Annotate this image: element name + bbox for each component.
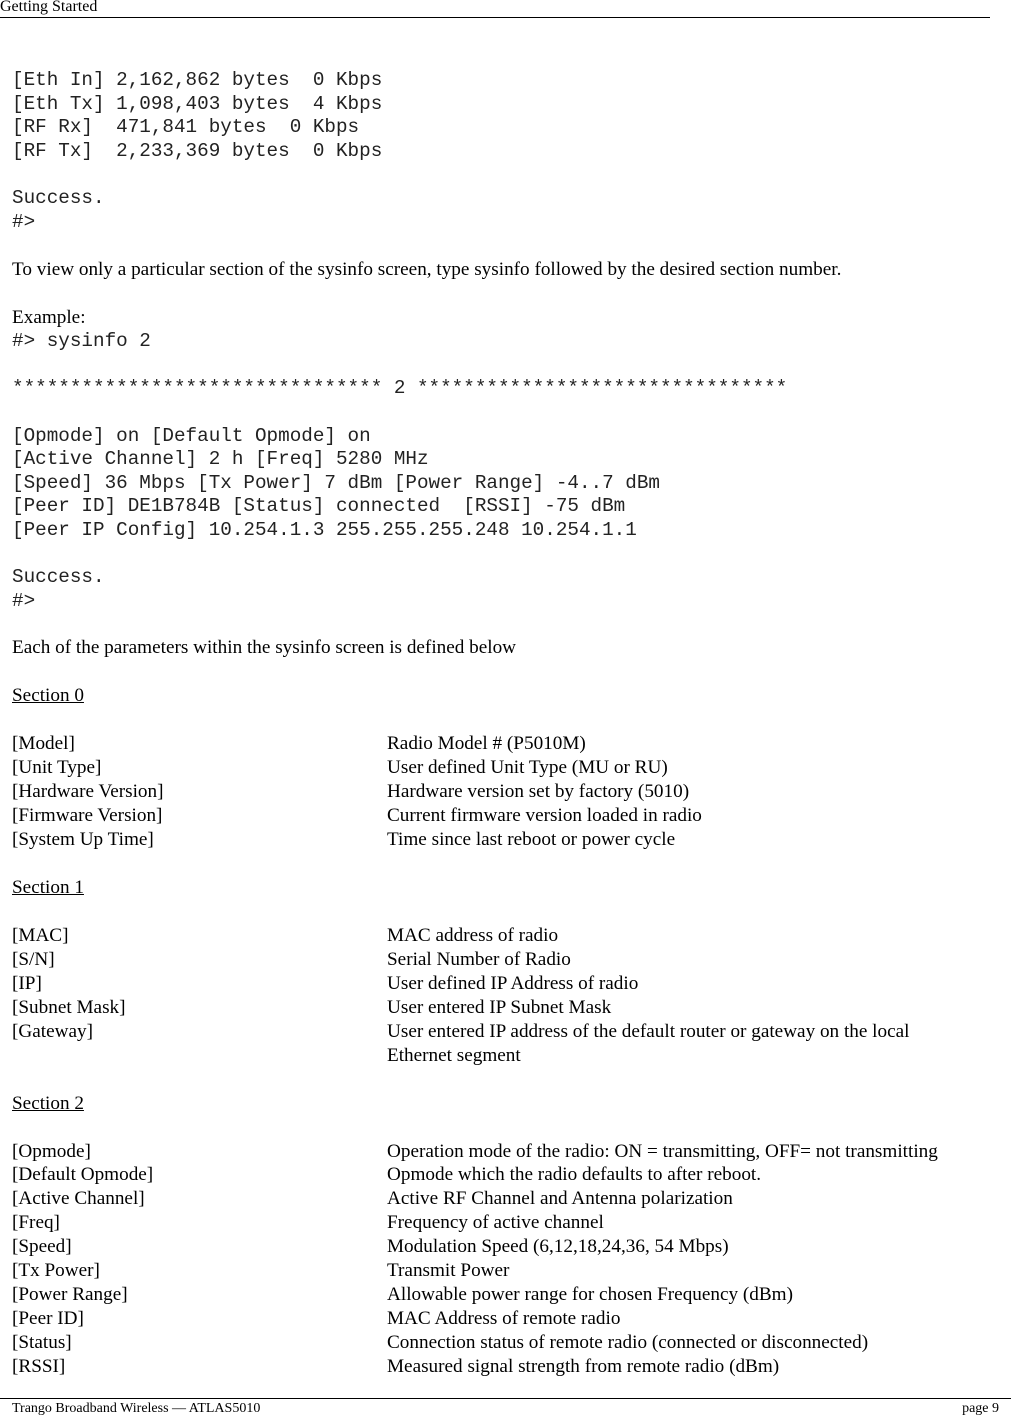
definition-term: [Default Opmode] [12,1164,154,1185]
terminal-line: [Active Channel] 2 h [Freq] 5280 MHz [12,448,429,470]
definition-desc: Measured signal strength from remote rad… [387,1356,780,1377]
terminal-line: [Eth In] 2,162,862 bytes 0 Kbps [12,69,383,91]
terminal-success: Success. [12,566,105,588]
definition-desc: Connection status of remote radio (conne… [387,1332,869,1353]
definition-row: [Firmware Version] Current firmware vers… [12,804,1002,828]
terminal-line: [RF Rx] 471,841 bytes 0 Kbps [12,116,360,138]
definition-desc: Transmit Power [387,1260,510,1281]
definition-desc: Opmode which the radio defaults to after… [387,1164,762,1185]
terminal-line: [Eth Tx] 1,098,403 bytes 4 Kbps [12,93,383,115]
section-heading: Section 0 [12,685,84,706]
definition-term: [Peer ID] [12,1308,84,1329]
definition-row: [RSSI] Measured signal strength from rem… [12,1355,1002,1379]
page-number: page 9 [962,1401,999,1416]
definition-desc: User entered IP Subnet Mask [387,997,612,1018]
definition-row: [S/N] Serial Number of Radio [12,948,1002,972]
terminal-line: [Peer IP Config] 10.254.1.3 255.255.255.… [12,519,637,541]
example-command: #> sysinfo 2 [12,330,151,352]
definition-row: [Speed] Modulation Speed (6,12,18,24,36,… [12,1235,1002,1259]
definition-desc: User defined IP Address of radio [387,973,639,994]
definition-row: [Power Range] Allowable power range for … [12,1283,1002,1307]
definition-term: [Speed] [12,1236,72,1257]
section-banner: ******************************** 2 *****… [12,377,788,399]
definition-desc: Modulation Speed (6,12,18,24,36, 54 Mbps… [387,1236,729,1257]
terminal-prompt: #> [12,590,36,612]
terminal-success: Success. [12,187,105,209]
section-heading: Section 1 [12,877,84,898]
definition-desc: MAC Address of remote radio [387,1308,621,1329]
definition-term: [Gateway] [12,1021,93,1042]
example-label: Example: [12,307,86,328]
definition-desc: MAC address of radio [387,925,559,946]
definition-desc: User entered IP address of the default r… [387,1021,910,1066]
definition-term: [Unit Type] [12,757,102,778]
definition-row: [System Up Time] Time since last reboot … [12,828,1002,852]
page-header: Getting Started [0,0,990,18]
definition-desc: Allowable power range for chosen Frequen… [387,1284,794,1305]
definition-term: [IP] [12,973,42,994]
definition-row: [IP] User defined IP Address of radio [12,972,1002,996]
definition-row: [Peer ID] MAC Address of remote radio [12,1307,1002,1331]
terminal-line: [RF Tx] 2,233,369 bytes 0 Kbps [12,140,383,162]
definition-term: [Firmware Version] [12,805,163,826]
definition-desc: Time since last reboot or power cycle [387,829,676,850]
definition-desc: Active RF Channel and Antenna polarizati… [387,1188,733,1209]
definition-term: [MAC] [12,925,69,946]
definition-desc: User defined Unit Type (MU or RU) [387,757,668,778]
definition-term: [Tx Power] [12,1260,100,1281]
definitions-intro: Each of the parameters within the sysinf… [12,637,517,658]
definition-desc: Current firmware version loaded in radio [387,805,702,826]
definition-term: [Freq] [12,1212,60,1233]
definition-desc: Frequency of active channel [387,1212,604,1233]
definition-desc: Hardware version set by factory (5010) [387,781,690,802]
definition-row: [Tx Power] Transmit Power [12,1259,1002,1283]
definition-row: [Status] Connection status of remote rad… [12,1331,1002,1355]
definition-desc: Operation mode of the radio: ON = transm… [387,1141,938,1162]
definition-term: [Active Channel] [12,1188,145,1209]
definition-term: [Opmode] [12,1141,91,1162]
definition-row: [Active Channel] Active RF Channel and A… [12,1187,1002,1211]
definition-term: [Subnet Mask] [12,997,126,1018]
definition-row: [Unit Type] User defined Unit Type (MU o… [12,756,1002,780]
terminal-line: [Peer ID] DE1B784B [Status] connected [R… [12,495,626,517]
header-title: Getting Started [0,0,98,15]
section-heading: Section 2 [12,1093,84,1114]
definition-term: [Power Range] [12,1284,128,1305]
definition-row: [Gateway] User entered IP address of the… [12,1020,1002,1068]
definition-row: [MAC] MAC address of radio [12,924,1002,948]
page-footer: Trango Broadband Wireless — ATLAS5010 pa… [0,1398,1011,1418]
terminal-line: [Opmode] on [Default Opmode] on [12,425,371,447]
definition-row: [Default Opmode] Opmode which the radio … [12,1163,1002,1187]
definition-desc: Radio Model # (P5010M) [387,733,586,754]
terminal-line: [Speed] 36 Mbps [Tx Power] 7 dBm [Power … [12,472,660,494]
intro-paragraph: To view only a particular section of the… [12,259,842,280]
terminal-prompt: #> [12,211,36,233]
definition-row: [Opmode] Operation mode of the radio: ON… [12,1140,1002,1164]
definition-desc: Serial Number of Radio [387,949,571,970]
definition-term: [Status] [12,1332,72,1353]
definition-term: [RSSI] [12,1356,66,1377]
definition-row: [Hardware Version] Hardware version set … [12,780,1002,804]
definition-row: [Subnet Mask] User entered IP Subnet Mas… [12,996,1002,1020]
definition-term: [System Up Time] [12,829,154,850]
definition-row: [Freq] Frequency of active channel [12,1211,1002,1235]
definition-term: [Model] [12,733,75,754]
definition-term: [S/N] [12,949,55,970]
definition-row: [Model] Radio Model # (P5010M) [12,732,1002,756]
definition-term: [Hardware Version] [12,781,164,802]
footer-document-title: Trango Broadband Wireless — ATLAS5010 [12,1401,261,1416]
